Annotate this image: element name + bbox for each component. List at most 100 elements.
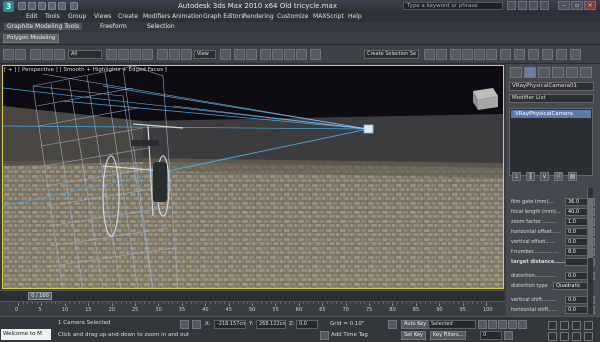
zoom-extents-all-icon[interactable] — [584, 321, 593, 330]
menu-help[interactable]: Help — [348, 13, 362, 20]
z-coordinate-field[interactable]: 0.0 — [296, 320, 318, 329]
window-crossing-icon[interactable] — [142, 49, 153, 60]
unlink-icon[interactable] — [42, 49, 53, 60]
material-editor-icon[interactable] — [500, 49, 511, 60]
y-coordinate-field[interactable]: 268.122cm — [256, 320, 286, 329]
info-center-icon[interactable] — [518, 1, 527, 10]
tab-graphite-modeling-tools[interactable]: Graphite Modeling Tools — [4, 23, 83, 30]
go-to-end-icon[interactable] — [518, 320, 527, 329]
object-name-field[interactable]: VRayPhysicalCamera01 — [509, 82, 594, 91]
go-to-start-icon[interactable] — [478, 320, 487, 329]
perspective-viewport[interactable] — [2, 65, 504, 289]
distortion-input[interactable]: 0.0 — [565, 272, 589, 280]
rotate-icon[interactable] — [169, 49, 180, 60]
modifier-list-dropdown[interactable]: Modifier List — [509, 94, 594, 103]
vertical-shift-input[interactable]: 0.0 — [565, 296, 589, 304]
selection-region-icon[interactable] — [130, 49, 141, 60]
close-button[interactable]: × — [584, 1, 596, 10]
snap-toggle-icon[interactable] — [260, 49, 271, 60]
help-icon[interactable] — [540, 1, 549, 10]
spinner-snap-icon[interactable] — [296, 49, 307, 60]
select-object-icon[interactable] — [106, 49, 117, 60]
menu-edit[interactable]: Edit — [26, 13, 38, 20]
menu-create[interactable]: Create — [118, 13, 138, 20]
show-end-result-icon[interactable]: ║ — [526, 172, 535, 181]
scale-icon[interactable] — [181, 49, 192, 60]
select-by-name-icon[interactable] — [118, 49, 129, 60]
play-icon[interactable] — [498, 320, 507, 329]
zoom-extents-icon[interactable] — [572, 321, 581, 330]
modifier-stack-item[interactable]: VRayPhysicalCamera — [511, 110, 591, 118]
time-configuration-icon[interactable] — [504, 331, 513, 340]
move-icon[interactable] — [157, 49, 168, 60]
render-setup-icon[interactable] — [514, 49, 525, 60]
horizontal-shift-input[interactable]: 0.0 — [565, 306, 589, 314]
search-icon[interactable] — [507, 1, 516, 10]
menu-tools[interactable]: Tools — [45, 13, 60, 20]
app-logo-icon[interactable]: 3 — [3, 1, 14, 12]
modifier-stack[interactable]: VRayPhysicalCamera — [509, 108, 593, 176]
minimize-button[interactable]: – — [558, 1, 570, 10]
menu-animation[interactable]: Animation — [172, 13, 203, 20]
maximize-viewport-icon[interactable] — [584, 332, 593, 341]
create-tab-icon[interactable] — [510, 67, 522, 78]
set-key-button[interactable]: Set Key — [401, 331, 426, 340]
menu-group[interactable]: Group — [68, 13, 86, 20]
current-frame-field[interactable]: 0 — [480, 331, 502, 340]
pin-stack-icon[interactable]: ⊥ — [512, 172, 521, 181]
named-selection-dropdown[interactable]: Create Selection Se — [364, 50, 419, 59]
manipulate-icon[interactable] — [234, 49, 245, 60]
reference-coordinate-dropdown[interactable]: View — [194, 50, 216, 59]
display-tab-icon[interactable] — [566, 67, 578, 78]
key-filters-button[interactable]: Key Filters... — [430, 331, 467, 340]
undo-icon[interactable] — [48, 2, 56, 10]
lock-selection-icon[interactable] — [180, 320, 189, 329]
target-distance-input[interactable] — [565, 258, 589, 266]
maximize-button[interactable]: ▫ — [571, 1, 583, 10]
schematic-view-icon[interactable] — [486, 49, 497, 60]
motion-tab-icon[interactable] — [552, 67, 564, 78]
absolute-mode-icon[interactable] — [192, 320, 201, 329]
mirror-icon[interactable] — [424, 49, 435, 60]
align-icon[interactable] — [436, 49, 447, 60]
render-production-icon[interactable] — [542, 49, 553, 60]
bind-space-warp-icon[interactable] — [54, 49, 65, 60]
tab-selection[interactable]: Selection — [147, 23, 175, 30]
scrollbar-thumb[interactable] — [588, 198, 593, 258]
pivot-center-icon[interactable] — [220, 49, 231, 60]
curve-editor-icon[interactable] — [474, 49, 485, 60]
pan-view-icon[interactable] — [560, 332, 569, 341]
rendered-frame-window-icon[interactable] — [528, 49, 539, 60]
teapot-render-icon[interactable] — [570, 49, 581, 60]
f-number-input[interactable]: 8.0 — [565, 248, 589, 256]
project-folder-icon[interactable] — [70, 2, 78, 10]
viewport-label[interactable]: [ + ] [ Perspective ] [ Smooth + Highlig… — [4, 67, 167, 73]
undo-icon[interactable] — [3, 49, 14, 60]
layer-manager-icon[interactable] — [450, 49, 461, 60]
maxscript-listener[interactable]: Welcome to M — [1, 329, 51, 340]
previous-frame-icon[interactable] — [488, 320, 497, 329]
zoom-icon[interactable] — [548, 321, 557, 330]
edit-named-selections-icon[interactable] — [310, 49, 321, 60]
polygon-modeling-button[interactable]: Polygon Modeling — [3, 34, 60, 43]
zoom-factor-input[interactable]: 1.0 — [565, 218, 589, 226]
make-unique-icon[interactable]: ∨ — [540, 172, 549, 181]
utilities-tab-icon[interactable] — [580, 67, 592, 78]
remove-modifier-icon[interactable]: ⓓ — [554, 172, 563, 181]
hierarchy-tab-icon[interactable] — [538, 67, 550, 78]
vertical-offset-input[interactable]: 0.0 — [565, 238, 589, 246]
command-panel-scrollbar[interactable] — [587, 188, 593, 314]
favorites-icon[interactable] — [529, 1, 538, 10]
field-of-view-icon[interactable] — [548, 332, 557, 341]
auto-key-button[interactable]: Auto Key — [401, 320, 430, 329]
x-coordinate-field[interactable]: -218.157cm — [214, 320, 246, 329]
menu-modifiers[interactable]: Modifiers — [143, 13, 170, 20]
percent-snap-icon[interactable] — [284, 49, 295, 60]
keyboard-shortcut-icon[interactable] — [246, 49, 257, 60]
open-file-icon[interactable] — [28, 2, 36, 10]
menu-maxscript[interactable]: MAXScript — [313, 13, 344, 20]
modify-tab-icon[interactable] — [524, 67, 536, 78]
horizontal-offset-input[interactable]: 0.0 — [565, 228, 589, 236]
select-link-icon[interactable] — [30, 49, 41, 60]
time-tag-icon[interactable] — [320, 331, 329, 340]
